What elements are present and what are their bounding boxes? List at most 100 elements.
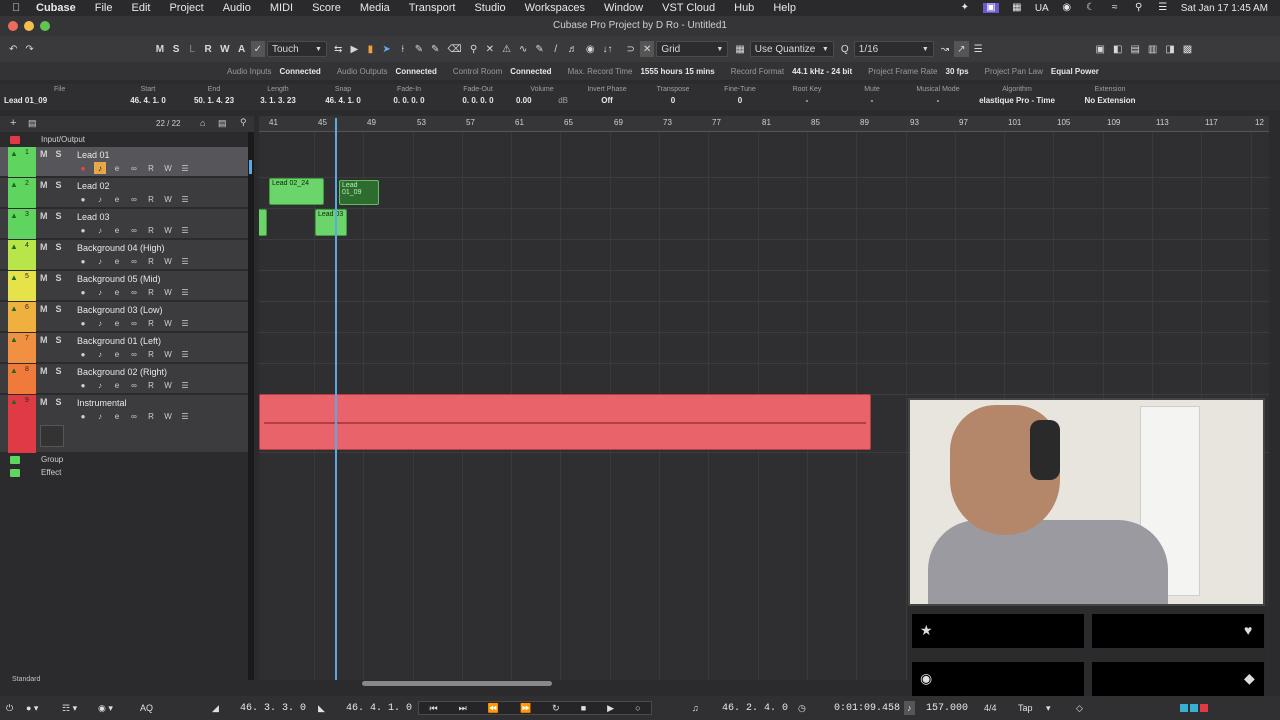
- automation-mode-dropdown[interactable]: Touch ▼: [266, 41, 327, 57]
- snap-on-icon[interactable]: ✕: [639, 41, 655, 57]
- auto-quantize-button[interactable]: AQ: [140, 701, 153, 715]
- iterative-quantize-icon[interactable]: ↝: [938, 41, 952, 57]
- object-select-tool-icon[interactable]: ➤: [379, 41, 393, 57]
- activate-project-icon[interactable]: ⏻: [6, 701, 13, 715]
- sparkle-icon[interactable]: ✦: [959, 3, 971, 13]
- info-extension[interactable]: Extension No Extension: [1070, 84, 1150, 110]
- record-enable-icon[interactable]: ●: [77, 317, 89, 329]
- info-fine-tune[interactable]: Fine-Tune 0: [714, 84, 766, 110]
- track-solo-button[interactable]: S: [56, 211, 62, 221]
- lanes-icon[interactable]: ☰: [179, 255, 191, 267]
- snap-type-dropdown[interactable]: Grid ▼: [656, 41, 729, 57]
- record-enable-icon[interactable]: ●: [77, 379, 89, 391]
- go-to-start-icon[interactable]: ⏮: [430, 703, 438, 714]
- track-name[interactable]: Background 02 (Right): [77, 367, 167, 377]
- time-warp-tool-icon[interactable]: ∿: [516, 41, 530, 57]
- control-center-icon[interactable]: ☰: [1157, 3, 1169, 13]
- sync-icon[interactable]: ◇: [1076, 701, 1083, 715]
- edit-channel-icon[interactable]: e: [111, 410, 123, 422]
- track-row[interactable]: ▲ 6 M S Background 03 (Low) ● ♪ e ∞ R W …: [0, 302, 248, 332]
- record-format-value[interactable]: 44.1 kHz - 24 bit: [792, 67, 852, 76]
- rewind-icon[interactable]: ⏪: [488, 703, 499, 714]
- read-automation-icon[interactable]: R: [145, 224, 157, 236]
- mute-state-button[interactable]: M: [153, 41, 167, 57]
- right-zone-icon[interactable]: ◨: [1162, 41, 1177, 57]
- menu-window[interactable]: Window: [604, 2, 643, 14]
- edit-channel-icon[interactable]: e: [111, 286, 123, 298]
- info-transpose[interactable]: Transpose 0: [646, 84, 700, 110]
- minimize-window-button[interactable]: [24, 21, 34, 31]
- track-mute-button[interactable]: M: [40, 180, 48, 190]
- edit-channel-icon[interactable]: e: [111, 193, 123, 205]
- track-solo-button[interactable]: S: [56, 242, 62, 252]
- track-name[interactable]: Background 05 (Mid): [77, 274, 161, 284]
- erase-tool-icon[interactable]: ⌫: [445, 41, 465, 57]
- add-track-icon[interactable]: +: [10, 117, 16, 129]
- track-list-divider[interactable]: [248, 132, 254, 680]
- record-icon[interactable]: ○: [635, 703, 640, 713]
- stop-icon[interactable]: ■: [581, 703, 586, 713]
- link-icon[interactable]: ∞: [128, 379, 140, 391]
- nudge-palette-icon[interactable]: ↓↑: [600, 41, 616, 57]
- read-automation-icon[interactable]: R: [145, 286, 157, 298]
- left-zone-icon[interactable]: ◧: [1110, 41, 1125, 57]
- folder-effect[interactable]: Effect: [0, 467, 248, 480]
- glue-tool-icon[interactable]: ✎: [428, 41, 442, 57]
- play-tool-icon[interactable]: ♬: [565, 41, 581, 57]
- link-icon[interactable]: ∞: [128, 317, 140, 329]
- fast-forward-icon[interactable]: ⏩: [520, 703, 531, 714]
- read-automation-icon[interactable]: R: [145, 162, 157, 174]
- comp-tool-icon[interactable]: ⚠: [499, 41, 514, 57]
- timeline-ruler[interactable]: 41 45 49 53 57 61 65 69 73 77 81 85 89 9…: [259, 116, 1269, 132]
- track-mute-button[interactable]: M: [40, 211, 48, 221]
- read-automation-icon[interactable]: R: [145, 255, 157, 267]
- info-volume[interactable]: Volume 0.00 dB: [512, 84, 572, 110]
- link-icon[interactable]: ∞: [128, 410, 140, 422]
- track-row[interactable]: ▲ 3 M S Lead 03 ● ♪ e ∞ R W ☰: [0, 209, 248, 239]
- menu-transport[interactable]: Transport: [409, 2, 456, 14]
- track-solo-button[interactable]: S: [56, 397, 62, 407]
- track-name[interactable]: Lead 03: [77, 212, 110, 222]
- track-mute-button[interactable]: M: [40, 273, 48, 283]
- grid-icon[interactable]: ▦: [1011, 3, 1023, 13]
- time-signature-value[interactable]: 4/4: [984, 701, 997, 715]
- record-enable-icon[interactable]: ●: [77, 348, 89, 360]
- track-mute-button[interactable]: M: [40, 304, 48, 314]
- read-automation-icon[interactable]: R: [145, 317, 157, 329]
- position-bars-value[interactable]: 46. 2. 4. 0: [722, 701, 788, 715]
- zoom-window-button[interactable]: [40, 21, 50, 31]
- edit-channel-icon[interactable]: e: [111, 317, 123, 329]
- track-mute-button[interactable]: M: [40, 335, 48, 345]
- monitor-icon[interactable]: ♪: [94, 255, 106, 267]
- audio-event-lead03-start[interactable]: [259, 209, 267, 236]
- record-enable-icon[interactable]: ●: [77, 193, 89, 205]
- menu-media[interactable]: Media: [360, 2, 390, 14]
- visibility-agent-label[interactable]: Standard: [12, 676, 40, 683]
- max-record-time-value[interactable]: 1555 hours 15 mins: [640, 67, 714, 76]
- info-snap[interactable]: Snap 46. 4. 1. 0: [314, 84, 372, 110]
- monitor-icon[interactable]: ♪: [94, 410, 106, 422]
- go-to-end-icon[interactable]: ⏭: [459, 703, 467, 714]
- menu-studio[interactable]: Studio: [474, 2, 505, 14]
- project-zoom-icon[interactable]: ↗: [954, 41, 969, 57]
- track-name[interactable]: Instrumental: [77, 398, 127, 408]
- lanes-icon[interactable]: ☰: [179, 286, 191, 298]
- monitor-icon[interactable]: ♪: [94, 379, 106, 391]
- autoscroll-icon[interactable]: ▶: [347, 41, 361, 57]
- menu-audio[interactable]: Audio: [223, 2, 251, 14]
- audio-event-instrumental[interactable]: [259, 394, 871, 450]
- monitor-icon[interactable]: ♪: [94, 162, 106, 174]
- track-solo-button[interactable]: S: [56, 273, 62, 283]
- record-enable-icon[interactable]: ●: [77, 255, 89, 267]
- constrain-delay-icon[interactable]: ⇆: [331, 41, 345, 57]
- draw-tool-icon[interactable]: ✎: [532, 41, 546, 57]
- info-invert-phase[interactable]: Invert Phase Off: [578, 84, 636, 110]
- read-automation-icon[interactable]: R: [145, 410, 157, 422]
- record-enable-icon[interactable]: ●: [77, 410, 89, 422]
- menu-edit[interactable]: Edit: [131, 2, 150, 14]
- control-room-value[interactable]: Connected: [510, 67, 551, 76]
- undo-icon[interactable]: ↶: [6, 41, 20, 57]
- link-icon[interactable]: ∞: [128, 286, 140, 298]
- menu-score[interactable]: Score: [312, 2, 341, 14]
- left-locator-value[interactable]: 46. 3. 3. 0: [240, 701, 306, 715]
